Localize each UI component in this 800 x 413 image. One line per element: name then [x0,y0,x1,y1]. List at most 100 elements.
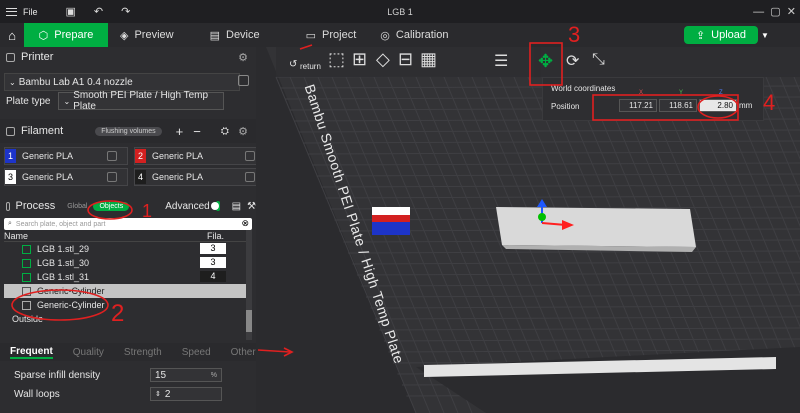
list-item[interactable]: Generic-Cylinder [4,284,252,298]
arrange-icon[interactable]: ⊟ [398,49,413,70]
list-item[interactable]: LGB 1.stl_30 3 [4,256,252,270]
add-cube-icon[interactable]: ⬚ [328,49,345,70]
tab-preview[interactable]: ◈ Preview [108,23,186,47]
add-filament-icon[interactable]: + [176,124,184,139]
home-icon[interactable]: ⌂ [0,23,24,47]
filament-name: Generic PLA [22,172,74,182]
plate-type-select[interactable]: ⌄ Smooth PEI Plate / High Temp Plate [58,90,225,112]
printer-name: Bambu Lab A1 0.4 nozzle [18,76,133,88]
viewport[interactable]: ↺ return ⬚ ⊞ ◇ ⊟ ▦ ☰ ✥ ⟳ ⤡ Bambu Smooth … [256,47,800,413]
edit-filament-icon[interactable] [107,151,117,161]
axis-x-label: X [639,90,644,96]
menu-icon[interactable] [6,7,17,16]
axis-y-label: Y [679,90,684,96]
clear-search-icon[interactable]: ⊗ [241,218,249,229]
undo-icon[interactable]: ↶ [94,5,103,18]
object-search-input[interactable]: ⌕ Search plate, object and part ⊗ [4,218,252,230]
edit-filament-icon[interactable] [245,151,255,161]
filament-slot-2[interactable]: 2 Generic PLA [134,147,258,165]
tab-strength[interactable]: Strength [124,347,162,358]
filament-slot-1[interactable]: 1 Generic PLA [4,147,128,165]
move-icon[interactable]: ✥ [538,51,553,72]
scrollbar-thumb[interactable] [246,310,252,332]
object-list-scrollbar[interactable] [246,230,252,340]
tab-calibration-label: Calibration [395,29,449,41]
tab-project[interactable]: ▭ Project [294,23,369,47]
wall-loops-input[interactable]: ⇕ 2 [150,387,222,401]
return-button[interactable]: return [300,62,321,71]
window-controls[interactable]: — ▢ ✕ [753,5,796,18]
return-icon[interactable]: ↺ [289,59,297,70]
wall-loops-row: Wall loops ⇕ 2 [14,386,254,402]
filament-header: Filament Flushing volumes + − ⛭ ⚙ [0,119,256,143]
upload-dropdown-icon[interactable]: ▼ [758,26,772,44]
file-menu[interactable]: File [23,7,38,17]
filament-color-swatch[interactable]: 1 [5,149,16,163]
filament-list: 1 Generic PLA 2 Generic PLA 3 Generic PL… [0,143,258,190]
outside-label: Outside [12,314,44,324]
orient-icon[interactable]: ◇ [376,49,390,70]
add-part-icon[interactable]: ⊞ [352,49,367,70]
list-item[interactable]: LGB 1.stl_29 3 [4,242,252,256]
gear-icon[interactable]: ⚙ [238,51,248,64]
filament-color-swatch[interactable]: 2 [135,149,146,163]
filament-color-swatch[interactable]: 4 [135,170,146,184]
sparse-infill-value: 15 [155,369,167,381]
flushing-volumes-button[interactable]: Flushing volumes [95,126,162,136]
compare-icon[interactable]: ▤ [232,201,241,212]
tab-device[interactable]: ▤ Device [198,23,272,47]
objects-tab[interactable]: Objects [93,201,130,211]
split-icon[interactable]: ▦ [420,49,437,70]
gear-icon[interactable]: ⚙ [238,125,248,138]
filament-slot-4[interactable]: 4 Generic PLA [134,168,258,186]
process-header: Process Global Objects Advanced ▤ ⚒ [0,194,256,218]
position-y-input[interactable]: 118.61 [659,99,697,112]
upload-button[interactable]: ⇪ Upload [684,26,758,44]
tab-calibration[interactable]: ◎ Calibration [368,23,460,47]
redo-icon[interactable]: ↷ [121,5,130,18]
filament-slot-3[interactable]: 3 Generic PLA [4,168,128,186]
cube-object [372,207,410,235]
list-item[interactable]: LGB 1.stl_31 4 [4,270,252,284]
list-item[interactable]: Generic-Cylinder [4,298,252,312]
tab-quality[interactable]: Quality [73,347,104,358]
global-tab[interactable]: Global [67,203,87,210]
upload-icon: ⇪ [695,29,706,42]
stepper-icon[interactable]: ⇕ [155,390,161,398]
filament-index[interactable]: 3 [200,257,226,268]
tools-icon[interactable]: ⚒ [247,201,256,212]
remove-filament-icon[interactable]: − [193,124,201,139]
filament-color-swatch[interactable]: 3 [5,170,16,184]
top-navigation: ⌂ ⬡ Prepare ◈ Preview ▤ Device ▭ Project… [0,23,800,47]
save-icon[interactable]: ▣ [66,5,76,18]
edit-printer-icon[interactable] [238,75,249,86]
tab-prepare-label: Prepare [54,29,94,41]
tab-frequent[interactable]: Frequent [10,346,53,359]
object-icon [22,258,31,268]
project-icon: ▭ [305,29,317,42]
unit-label: mm [739,101,753,110]
scale-icon[interactable]: ⤡ [592,51,605,69]
list-item[interactable]: Outside [4,312,252,326]
filament-index[interactable]: 3 [200,243,226,254]
printer-select[interactable]: ⌄ Bambu Lab A1 0.4 nozzle [4,73,240,91]
upload-label: Upload [711,29,747,41]
tab-prepare[interactable]: ⬡ Prepare [24,23,108,47]
calibration-icon: ◎ [380,29,390,42]
world-coordinates-panel: World coordinates Position X Y Z 117.21 … [542,77,764,121]
layers-icon[interactable]: ☰ [494,51,508,71]
title-bar: File ▣ ↶ ↷ LGB 1 — ▢ ✕ [0,0,800,23]
preview-icon: ◈ [120,29,129,42]
tab-speed[interactable]: Speed [182,347,211,358]
position-z-input[interactable]: 2.80 [699,99,737,112]
edit-filament-icon[interactable] [245,172,255,182]
sparse-infill-input[interactable]: 15 % [150,368,222,382]
position-x-input[interactable]: 117.21 [619,99,657,112]
col-fila: Fila. [206,230,224,241]
edit-filament-icon[interactable] [107,172,117,182]
object-name: Generic-Cylinder [37,286,105,296]
rotate-icon[interactable]: ⟳ [566,51,579,71]
filament-sync-icon[interactable]: ⛭ [221,126,229,137]
filament-index[interactable]: 4 [200,271,226,282]
advanced-toggle[interactable] [210,201,220,211]
